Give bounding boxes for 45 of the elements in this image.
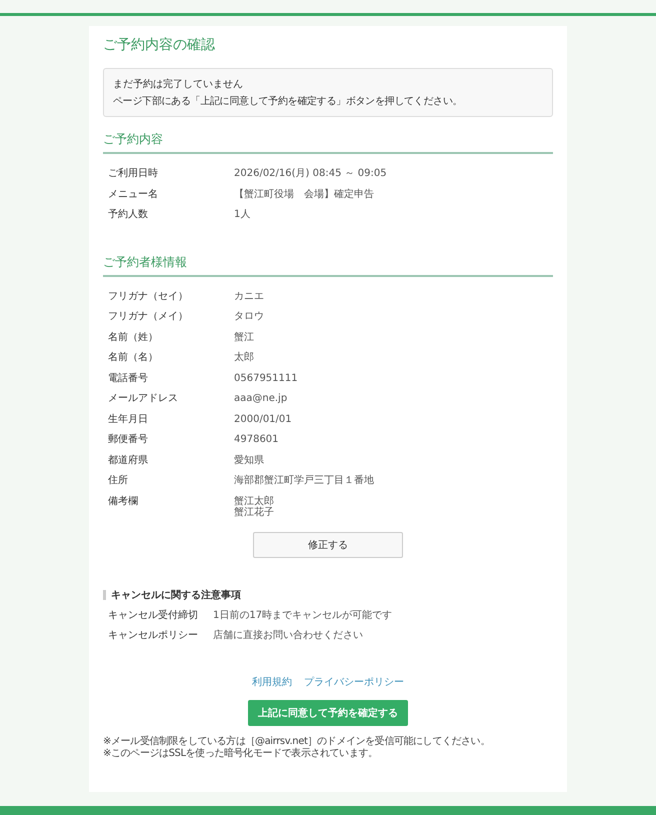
field-value: 太郎: [234, 352, 254, 363]
confirm-button[interactable]: 上記に同意して予約を確定する: [248, 700, 408, 726]
field-value: 海部郡蟹江町学戸三丁目１番地: [234, 475, 374, 486]
field-value: 2026/02/16(月) 08:45 ～ 09:05: [234, 168, 387, 179]
field-value: 愛知県: [234, 454, 264, 466]
field-value: タロウ: [234, 311, 264, 322]
field-label: 名前（姓）: [108, 332, 159, 344]
footer-link[interactable]: 利用規約: [252, 674, 292, 688]
footer-link[interactable]: プライバシーポリシー: [304, 674, 404, 688]
field-label: 名前（名）: [108, 352, 159, 365]
section-heading: ご予約内容: [103, 131, 553, 154]
field-label: 郵便番号: [108, 434, 149, 447]
field-value: カニエ: [234, 290, 264, 302]
note-text: ※このページはSSLを使った暗号化モードで表示されています。: [103, 748, 379, 760]
field-label: 住所: [108, 475, 129, 488]
field-label: 予約人数: [108, 209, 149, 222]
field-label: 都道府県: [108, 454, 149, 468]
field-label: 電話番号: [108, 372, 149, 386]
field-value: 蟹江太郎: [234, 496, 274, 506]
policy-value: 店舗に直接お問い合わせください: [213, 630, 363, 641]
notice-text: ページ下部にある「上記に同意して予約を確定する」ボタンを押してください。: [113, 94, 464, 108]
field-value: 蟹江: [234, 332, 254, 342]
policy-label: キャンセルポリシー: [108, 630, 199, 643]
field-value: 0567951111: [234, 372, 298, 384]
policy-label: キャンセル受付締切: [108, 610, 199, 622]
field-value: 蟹江花子: [234, 506, 274, 518]
field-label: メニュー名: [108, 188, 159, 202]
field-label: 生年月日: [108, 414, 149, 426]
cancel-heading: キャンセルに関する注意事項: [111, 588, 241, 602]
policy-value: 1日前の17時までキャンセルが可能です: [213, 610, 392, 620]
field-value: 【蟹江町役場 会場】確定申告: [234, 188, 374, 200]
field-label: メールアドレス: [108, 393, 179, 406]
field-label: 備考欄: [108, 496, 139, 508]
field-value: 4978601: [234, 434, 279, 445]
field-label: ご利用日時: [108, 168, 159, 181]
field-label: フリガナ（セイ）: [108, 290, 189, 304]
field-value: aaa@ne.jp: [234, 393, 288, 404]
edit-button[interactable]: 修正する: [253, 532, 403, 558]
section-heading: ご予約者様情報: [103, 254, 553, 276]
field-value: 2000/01/01: [234, 414, 292, 424]
notice-title: まだ予約は完了していません: [113, 78, 244, 91]
field-value: 1人: [234, 209, 250, 220]
page-title: ご予約内容の確認: [103, 36, 216, 54]
note-text: ※メール受信制限をしている方は［@airrsv.net］のドメインを受信可能にしてください。: [103, 736, 491, 748]
field-label: フリガナ（メイ）: [108, 311, 189, 324]
